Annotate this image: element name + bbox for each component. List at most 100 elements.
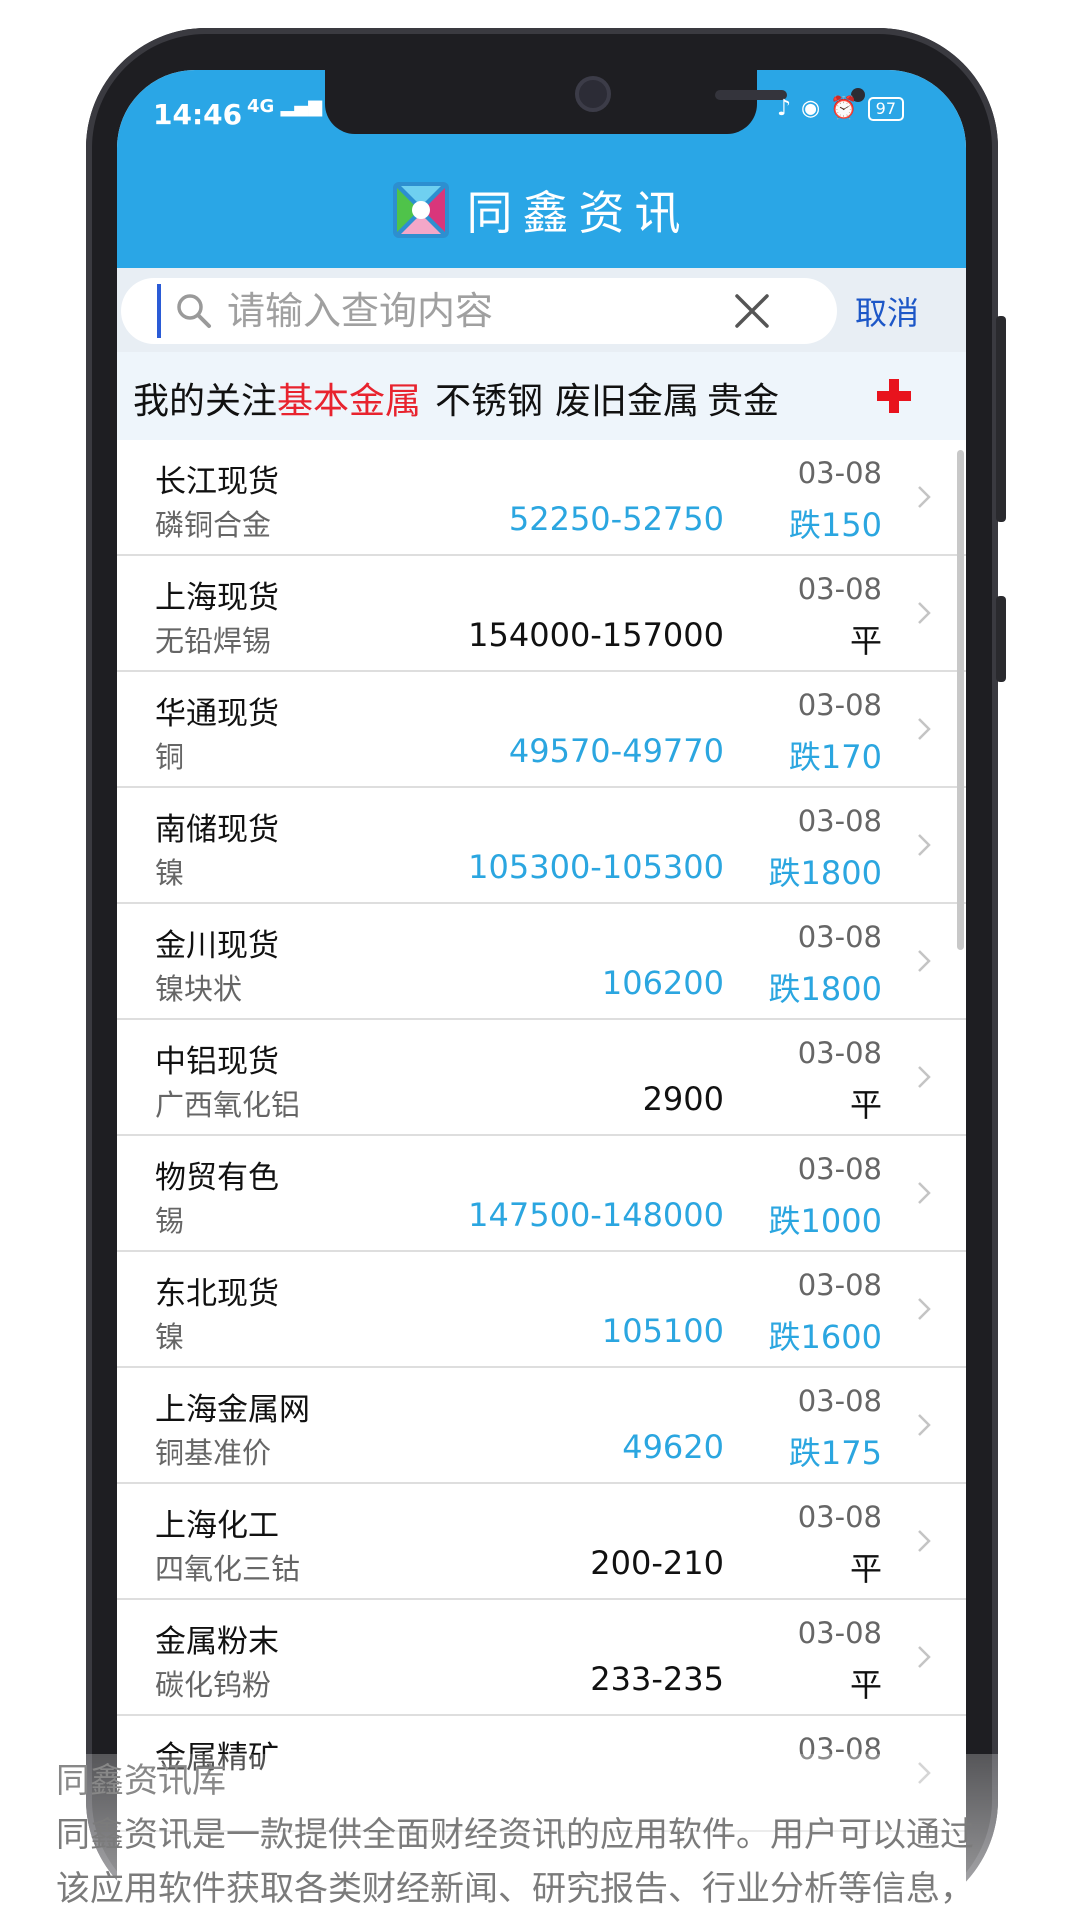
row-source: 长江现货 [155,464,279,500]
app-header: 14:46 4G ▂▄▆ HD ♪ ◉ ⏰ 97 同鑫资讯 [117,70,966,268]
tab-base-metals[interactable]: 基本金属 [277,372,421,424]
row-change: 跌170 [788,738,882,776]
camera-icon [575,76,611,112]
row-product: 碳化钨粉 [155,1668,272,1702]
row-price: 233-235 [590,1660,724,1698]
price-list: 长江现货 磷铜合金 03-08 52250-52750 跌150 上海现货 无铅… [117,440,966,1832]
cancel-button[interactable]: 取消 [855,288,919,334]
caption-line: 同鑫资讯是一款提供全面财经资讯的应用软件。用户可以通过 [56,1815,974,1855]
row-date: 03-08 [797,920,882,954]
list-item[interactable]: 东北现货 镍 03-08 105100 跌1600 [117,1252,966,1368]
scrollbar[interactable] [957,450,964,950]
phone-notch [325,70,865,134]
row-change: 跌1600 [768,1318,882,1356]
row-price: 49570-49770 [508,732,724,770]
row-date: 03-08 [797,1616,882,1650]
clear-icon[interactable] [731,290,773,332]
search-bar: 取消 [117,268,966,352]
plus-icon [877,379,911,413]
app-title: 同鑫资讯 [466,186,691,240]
row-source: 南储现货 [155,812,279,848]
caption: 同鑫资讯库 同鑫资讯是一款提供全面财经资讯的应用软件。用户可以通过 该应用软件获… [56,1754,1036,1916]
row-change: 跌1000 [768,1202,882,1240]
row-product: 四氧化三钴 [155,1552,301,1586]
status-time: 14:46 [153,98,243,131]
row-date: 03-08 [797,1036,882,1070]
row-price: 200-210 [590,1544,724,1582]
status-icons: ♪ ◉ ⏰ 97 [777,96,905,121]
row-change: 平 [849,622,882,660]
row-source: 上海化工 [155,1508,279,1544]
chevron-right-icon [918,950,931,972]
search-input[interactable] [227,289,727,333]
row-date: 03-08 [797,688,882,722]
list-item[interactable]: 华通现货 铜 03-08 49570-49770 跌170 [117,672,966,788]
tab-precious-metals[interactable]: 贵金 [707,372,779,424]
row-source: 金川现货 [155,928,279,964]
network-type: 4G [247,96,275,117]
row-change: 平 [849,1666,882,1704]
row-date: 03-08 [797,456,882,490]
list-item[interactable]: 上海金属网 铜基准价 03-08 49620 跌175 [117,1368,966,1484]
category-tabs: 我的关注 基本金属 不锈钢 废旧金属 贵金 [117,352,966,440]
row-product: 锡 [155,1204,185,1238]
tab-fade [837,352,867,440]
list-item[interactable]: 金川现货 镍块状 03-08 106200 跌1800 [117,904,966,1020]
list-item[interactable]: 上海化工 四氧化三钴 03-08 200-210 平 [117,1484,966,1600]
row-product: 铜基准价 [155,1436,272,1470]
list-item[interactable]: 金属粉末 碳化钨粉 03-08 233-235 平 [117,1600,966,1716]
row-date: 03-08 [797,1384,882,1418]
tab-my-follow[interactable]: 我的关注 [133,372,277,424]
list-item[interactable]: 物贸有色 锡 03-08 147500-148000 跌1000 [117,1136,966,1252]
row-product: 铜 [155,740,185,774]
row-source: 物贸有色 [155,1160,279,1196]
chevron-right-icon [918,1298,931,1320]
row-product: 镍 [155,856,185,890]
row-price: 105300-105300 [468,848,724,886]
row-source: 上海金属网 [155,1392,310,1428]
row-price: 154000-157000 [468,616,724,654]
list-item[interactable]: 中铝现货 广西氧化铝 03-08 2900 平 [117,1020,966,1136]
chevron-right-icon [918,834,931,856]
chevron-right-icon [918,1530,931,1552]
row-price: 49620 [622,1428,724,1466]
vibrate-icon: ♪ [777,96,792,121]
row-price: 105100 [601,1312,724,1350]
add-tab-button[interactable] [867,352,966,440]
row-date: 03-08 [797,804,882,838]
tab-scrap-metals[interactable]: 废旧金属 [555,372,699,424]
search-box[interactable] [121,278,837,344]
row-change: 跌150 [788,506,882,544]
chevron-right-icon [918,1066,931,1088]
list-item[interactable]: 长江现货 磷铜合金 03-08 52250-52750 跌150 [117,440,966,556]
row-product: 镍 [155,1320,185,1354]
row-date: 03-08 [797,1500,882,1534]
list-item[interactable]: 南储现货 镍 03-08 105300-105300 跌1800 [117,788,966,904]
app-screen: 14:46 4G ▂▄▆ HD ♪ ◉ ⏰ 97 同鑫资讯 请输入查询内容 取消… [117,70,966,1920]
battery-icon: 97 [867,96,905,121]
row-price: 2900 [642,1080,724,1118]
row-change: 平 [849,1086,882,1124]
row-source: 上海现货 [155,580,279,616]
row-price: 52250-52750 [508,500,724,538]
row-price: 147500-148000 [468,1196,724,1234]
row-price: 106200 [601,964,724,1002]
chevron-right-icon [918,1646,931,1668]
row-source: 华通现货 [155,696,279,732]
row-change: 跌1800 [768,854,882,892]
row-change: 平 [849,1550,882,1588]
row-product: 磷铜合金 [155,508,272,542]
power-button [996,596,1006,682]
text-caret [157,284,161,338]
volume-button [996,316,1006,522]
row-source: 东北现货 [155,1276,279,1312]
row-product: 无铅焊锡 [155,624,272,658]
row-source: 中铝现货 [155,1044,279,1080]
tab-stainless-steel[interactable]: 不锈钢 [435,372,543,424]
row-product: 镍块状 [155,972,243,1006]
chevron-right-icon [918,718,931,740]
app-logo-icon [392,182,449,238]
list-item[interactable]: 上海现货 无铅焊锡 03-08 154000-157000 平 [117,556,966,672]
chevron-right-icon [918,1182,931,1204]
chevron-right-icon [918,1414,931,1436]
